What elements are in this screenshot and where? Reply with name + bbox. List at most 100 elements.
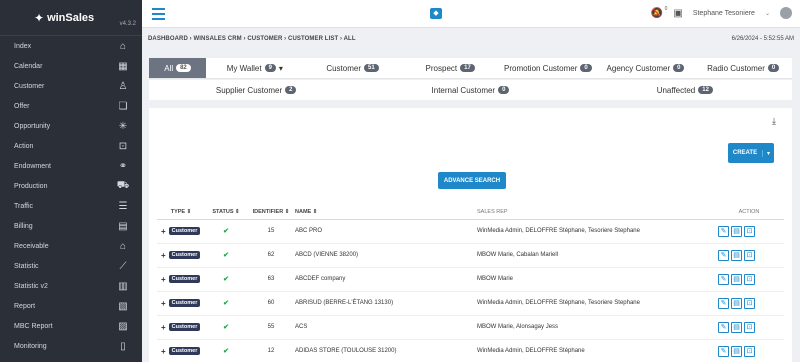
name-cell[interactable]: ABCDEF company (295, 267, 477, 292)
edit-icon[interactable]: ✎ (718, 225, 729, 237)
sidebar-item-label: Offer (14, 102, 30, 110)
col-header-action: ACTION (714, 205, 784, 220)
expand-plus-icon[interactable]: + (161, 227, 166, 236)
edit-icon[interactable]: ✎ (718, 249, 729, 261)
briefcase-icon[interactable]: ⊡ (744, 321, 755, 333)
sidebar-item-opportunity[interactable]: Opportunity ✳ (0, 116, 142, 136)
name-cell[interactable]: ADIDAS STORE (TOULOUSE 31200) (295, 339, 477, 362)
sidebar-item-label: MBC Report (14, 322, 53, 330)
tab-internal-customer[interactable]: Internal Customer 0 (363, 80, 577, 100)
sidebar-item-label: Calendar (14, 62, 43, 70)
tab-prospect[interactable]: Prospect 17 (401, 58, 499, 78)
col-header-identifier[interactable]: IDENTIFIER ⇕ (247, 205, 295, 220)
count-badge: 2 (285, 86, 297, 94)
sales-rep-cell: MBOW Marie, Cabalan Mariell (477, 243, 714, 268)
sidebar-item-offer[interactable]: Offer ❏ (0, 96, 142, 116)
tab-label: Unaffected (656, 85, 696, 95)
briefcase-icon[interactable]: ⊡ (744, 297, 755, 309)
sidebar-item-statistic-v2[interactable]: Statistic v2 ▥ (0, 276, 142, 296)
notification-bell-icon[interactable]: 🔕 0 (651, 6, 667, 19)
table-row[interactable]: + Customer ✔ 55 ACS MBOW Marie, Alonsagay Jes… (157, 315, 784, 340)
tab-radio-customer[interactable]: Radio Customer 0 (694, 58, 792, 78)
tab-supplier-customer[interactable]: Supplier Customer 2 (149, 80, 363, 100)
count-badge: 0 (498, 86, 510, 94)
tab-agency-customer[interactable]: Agency Customer 0 (597, 58, 695, 78)
chevron-down-icon[interactable]: ⌄ (765, 10, 770, 17)
col-header-name[interactable]: NAME ⇕ (295, 205, 477, 220)
table-row[interactable]: + Customer ✔ 62 ABCD (VIENNE 38200) MBOW Mari… (157, 243, 784, 268)
sidebar-item-report[interactable]: Report ▧ (0, 296, 142, 316)
tab-label: Prospect (425, 63, 458, 73)
table-row[interactable]: + Customer ✔ 63 ABCDEF company MBOW Marie ✎ ▤ ⊡ (157, 267, 784, 292)
status-cell: ✔ (205, 339, 247, 362)
document-icon[interactable]: ▤ (731, 273, 742, 285)
avatar[interactable] (780, 7, 792, 19)
sidebar-item-customer[interactable]: Customer ♙ (0, 76, 142, 96)
briefcase-icon[interactable]: ⊡ (744, 345, 755, 357)
table-row[interactable]: + Customer ✔ 12 ADIDAS STORE (TOULOUSE 31200… (157, 339, 784, 362)
briefcase-icon[interactable]: ⊡ (744, 225, 755, 237)
advanced-search-button[interactable]: ADVANCE SEARCH (438, 172, 506, 189)
edit-icon[interactable]: ✎ (718, 273, 729, 285)
sidebar-item-monitoring[interactable]: Monitoring ▯ (0, 336, 142, 356)
sidebar-item-index[interactable]: Index ⌂ (0, 36, 142, 56)
expand-plus-icon[interactable]: + (161, 323, 166, 332)
tab-unaffected[interactable]: Unaffected 12 (578, 80, 792, 100)
edit-icon[interactable]: ✎ (718, 345, 729, 357)
table-row[interactable]: + Customer ✔ 60 ABRISUD (BERRE-L'ÉTANG 13130… (157, 291, 784, 316)
briefcase-icon[interactable]: ⊡ (744, 249, 755, 261)
name-cell[interactable]: ABC PRO (295, 219, 477, 244)
chevron-down-icon[interactable]: ▾ (279, 64, 283, 73)
sidebar-item-traffic[interactable]: Traffic ☰ (0, 196, 142, 216)
sidebar-item-statistic[interactable]: Statistic ⟋ (0, 256, 142, 276)
brand[interactable]: ✦ winSales v4.3.2 (0, 0, 142, 36)
chart-icon: ⟋ (119, 260, 127, 272)
document-icon[interactable]: ▤ (731, 225, 742, 237)
sidebar-item-label: Customer (14, 82, 45, 90)
tab-promotion-customer[interactable]: Promotion Customer 0 (499, 58, 597, 78)
document-icon[interactable]: ▤ (731, 345, 742, 357)
winsales-logo-icon: ✦ (34, 10, 45, 25)
document-icon[interactable]: ▤ (731, 297, 742, 309)
check-icon: ✔ (223, 252, 229, 259)
name-cell[interactable]: ABRISUD (BERRE-L'ÉTANG 13130) (295, 291, 477, 316)
expand-plus-icon[interactable]: + (161, 275, 166, 284)
sidebar-item-receivable[interactable]: Receivable ⌂ (0, 236, 142, 256)
create-button[interactable]: CREATE ▾ (728, 143, 774, 163)
sidebar-item-action[interactable]: Action ⊡ (0, 136, 142, 156)
sidebar-item-calendar[interactable]: Calendar ▦ (0, 56, 142, 76)
hamburger-menu-icon[interactable] (152, 8, 165, 20)
download-icon[interactable]: ⤓ (772, 116, 776, 127)
expand-plus-icon[interactable]: + (161, 347, 166, 356)
tab-my-wallet[interactable]: My Wallet 9 ▾ (206, 58, 304, 78)
sidebar-item-mbc-report[interactable]: MBC Report ▨ (0, 316, 142, 336)
tab-all[interactable]: All 82 (149, 58, 206, 78)
brand-name: winSales (47, 11, 95, 24)
table-row[interactable]: + Customer ✔ 15 ABC PRO WinMedia Admin, DELOF… (157, 219, 784, 244)
col-header-status[interactable]: STATUS ⇕ (205, 205, 247, 220)
identifier-cell: 12 (247, 339, 295, 362)
expand-plus-icon[interactable]: + (161, 251, 166, 260)
expand-plus-icon[interactable]: + (161, 299, 166, 308)
briefcase-icon[interactable]: ⊡ (744, 273, 755, 285)
sales-rep-cell: MBOW Marie (477, 267, 714, 292)
username[interactable]: Stephane Tesoniere (693, 10, 755, 17)
sidebar-item-endowment[interactable]: Endowment ⚭ (0, 156, 142, 176)
app-logo-icon[interactable]: ◆ (430, 8, 442, 19)
edit-icon[interactable]: ✎ (718, 321, 729, 333)
action-cell: ✎ ▤ ⊡ (714, 339, 784, 362)
document-icon[interactable]: ▤ (731, 321, 742, 333)
col-header-type[interactable]: TYPE ⇕ (157, 205, 205, 220)
name-cell[interactable]: ABCD (VIENNE 38200) (295, 243, 477, 268)
edit-icon[interactable]: ✎ (718, 297, 729, 309)
document-icon[interactable]: ▤ (731, 249, 742, 261)
name-cell[interactable]: ACS (295, 315, 477, 340)
type-cell: + Customer (157, 219, 205, 244)
breadcrumb[interactable]: DASHBOARD › WINSALES CRM › CUSTOMER › CU… (148, 36, 356, 42)
sidebar-item-billing[interactable]: Billing ▤ (0, 216, 142, 236)
tab-customer[interactable]: Customer 51 (304, 58, 402, 78)
screen-share-icon[interactable]: ▣ (673, 8, 682, 19)
chevron-down-icon[interactable]: ▾ (762, 149, 774, 157)
sidebar-item-production[interactable]: Production ⛟ (0, 176, 142, 196)
status-cell: ✔ (205, 267, 247, 292)
